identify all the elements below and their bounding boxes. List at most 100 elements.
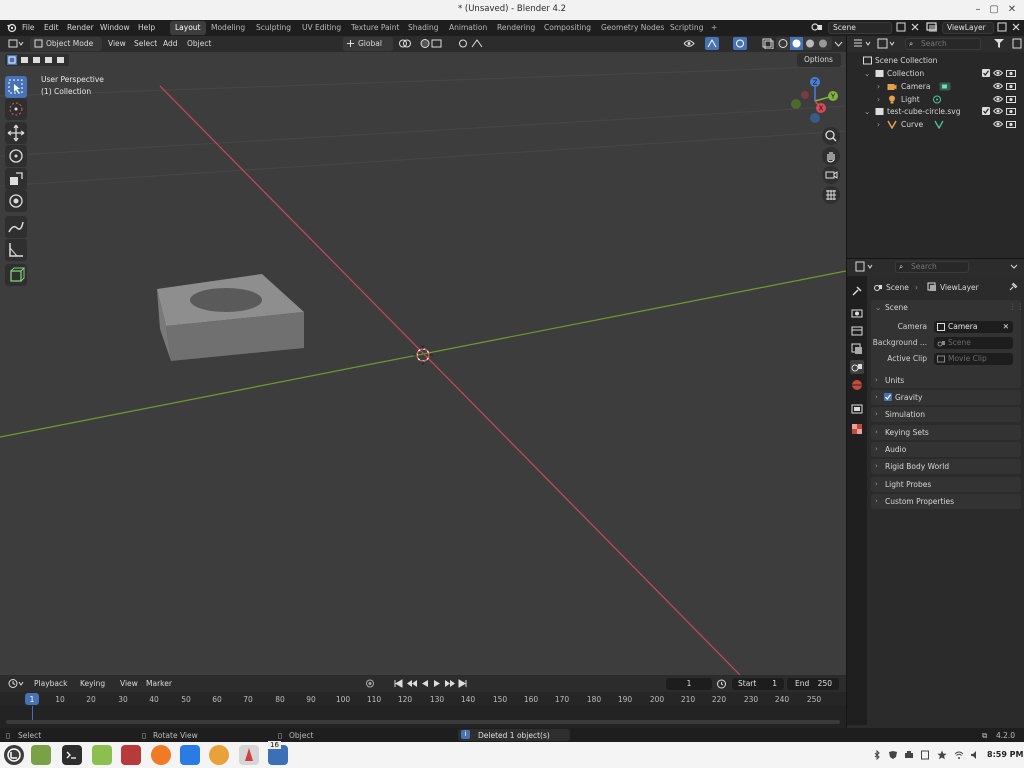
properties-search-input[interactable]: ⌕ Search [895,261,969,273]
new-collection-icon[interactable] [1012,38,1022,51]
output-tab-icon[interactable] [850,324,864,338]
camera-render-icon[interactable] [1006,120,1016,130]
simulation-panel[interactable]: › Simulation [871,407,1021,422]
tab-animation[interactable]: Animation [444,21,492,35]
terminal-icon[interactable] [62,745,82,765]
move-tool[interactable] [5,122,27,144]
transform-tool[interactable] [5,190,27,212]
jump-to-end-icon[interactable] [458,678,468,691]
play-reverse-icon[interactable] [420,678,430,691]
tab-uv-editing[interactable]: UV Editing [297,21,346,35]
delete-scene-icon[interactable] [910,22,920,34]
tab-sculpting[interactable]: Sculpting [251,21,296,35]
menu-view[interactable]: View [108,39,126,48]
units-panel[interactable]: › Units [871,373,1021,388]
start-frame-field[interactable]: Start 1 [732,678,784,690]
view-layer-tab-icon[interactable] [850,342,864,356]
menu-playback[interactable]: Playback [34,679,67,688]
app-blue-icon[interactable] [180,745,200,765]
mode-selector[interactable]: Object Mode [30,37,102,51]
camera-data-icon[interactable] [939,82,951,93]
app-orange-icon[interactable] [209,745,229,765]
annotate-tool[interactable] [5,216,27,238]
camera-render-icon[interactable] [1006,82,1016,92]
timeline-scrollbar[interactable] [6,720,840,724]
tab-shading[interactable]: Shading [403,21,443,35]
scene-panel-title[interactable]: Scene [885,303,908,312]
menu-help[interactable]: Help [138,23,155,32]
render-tab-icon[interactable] [850,306,864,320]
frame-ruler[interactable]: 1 10 20 30 40 50 60 70 80 90 100 110 120… [0,692,846,706]
stopwatch-icon[interactable] [716,678,727,691]
menu-window[interactable]: Window [100,23,130,32]
firefox-icon[interactable] [151,745,171,765]
current-frame-field[interactable]: 1 [666,678,712,690]
pan-button[interactable] [822,147,840,165]
outliner-search-input[interactable]: ⌕ Search [905,38,981,50]
auto-keying-icon[interactable] [365,678,385,691]
add-workspace-button[interactable]: + [706,21,722,35]
active-clip-field[interactable]: Movie Clip [934,353,1013,365]
navigation-gizmo[interactable]: Z Y X [788,74,842,128]
menu-keying[interactable]: Keying [80,679,105,688]
printer-icon[interactable] [904,750,914,760]
expand-chevron-icon[interactable]: ⌄ [864,69,870,78]
viewport-gizmos-icon[interactable] [705,37,729,52]
properties-editor-icon[interactable] [855,261,875,274]
filter-icon[interactable] [993,38,1009,51]
xray-toggle-icon[interactable] [762,38,774,51]
cursor-tool[interactable] [5,98,27,120]
camera-render-icon[interactable] [1006,95,1016,105]
rigid-body-world-panel[interactable]: › Rigid Body World [871,459,1021,474]
folder-icon[interactable] [92,745,112,765]
tool-tab-icon[interactable] [850,284,864,298]
outliner-editor-icon[interactable] [853,38,873,51]
proportional-editing-icon[interactable] [458,38,486,51]
scene-icon[interactable] [811,22,823,35]
tab-geometry-nodes[interactable]: Geometry Nodes [596,21,669,35]
gravity-checkbox[interactable] [884,393,892,403]
drag-handle-icon[interactable]: ⋮⋮ [1009,302,1024,311]
expand-chevron-icon[interactable]: ⌄ [864,107,870,116]
properties-options-icon[interactable] [1009,261,1019,274]
collapse-chevron-icon[interactable]: › [877,120,880,129]
menu-select[interactable]: Select [134,39,157,48]
menu-file[interactable]: File [22,23,35,32]
end-frame-field[interactable]: End 250 [787,678,839,690]
transform-orientation-selector[interactable]: Global [343,37,393,51]
star-icon[interactable] [937,750,947,760]
checkbox-icon[interactable] [982,107,990,117]
shading-mode-group[interactable] [776,37,832,52]
pivot-point-icon[interactable] [398,38,416,51]
pin-icon[interactable] [1008,282,1018,294]
menu-view[interactable]: View [120,679,138,688]
play-icon[interactable] [432,678,442,691]
object-visibility-icon[interactable] [683,38,703,51]
clear-icon[interactable]: ✕ [1003,321,1009,333]
eye-icon[interactable] [993,120,1004,130]
screenshot-icon[interactable]: 16 [268,741,288,765]
blender-logo-icon[interactable] [6,22,17,35]
eye-icon[interactable] [993,95,1004,105]
close-icon[interactable]: ✕ [1004,2,1020,18]
outliner-row-collection[interactable]: ⌄ Collection [847,67,1024,79]
scale-tool[interactable] [5,168,27,190]
collapse-chevron-icon[interactable]: › [877,82,880,91]
camera-render-icon[interactable] [1006,69,1016,79]
camera-render-icon[interactable] [1006,107,1016,117]
zoom-button[interactable] [822,127,840,145]
bluetooth-icon[interactable] [872,749,882,761]
eye-icon[interactable] [993,107,1004,117]
viewport-overlays-icon[interactable] [733,37,757,52]
shading-options-icon[interactable] [834,38,843,51]
curve-data-icon[interactable] [934,120,944,131]
world-tab-icon[interactable] [850,378,864,392]
outliner-row-light[interactable]: › Light [847,93,1024,105]
panel-expand-icon[interactable]: ⌄ [875,303,881,312]
audio-panel[interactable]: › Audio [871,442,1021,457]
eye-icon[interactable] [993,69,1004,79]
options-button[interactable]: Options [797,53,841,67]
tab-scripting[interactable]: Scripting [665,21,708,35]
measure-tool[interactable] [5,239,27,261]
shield-icon[interactable] [888,750,898,760]
